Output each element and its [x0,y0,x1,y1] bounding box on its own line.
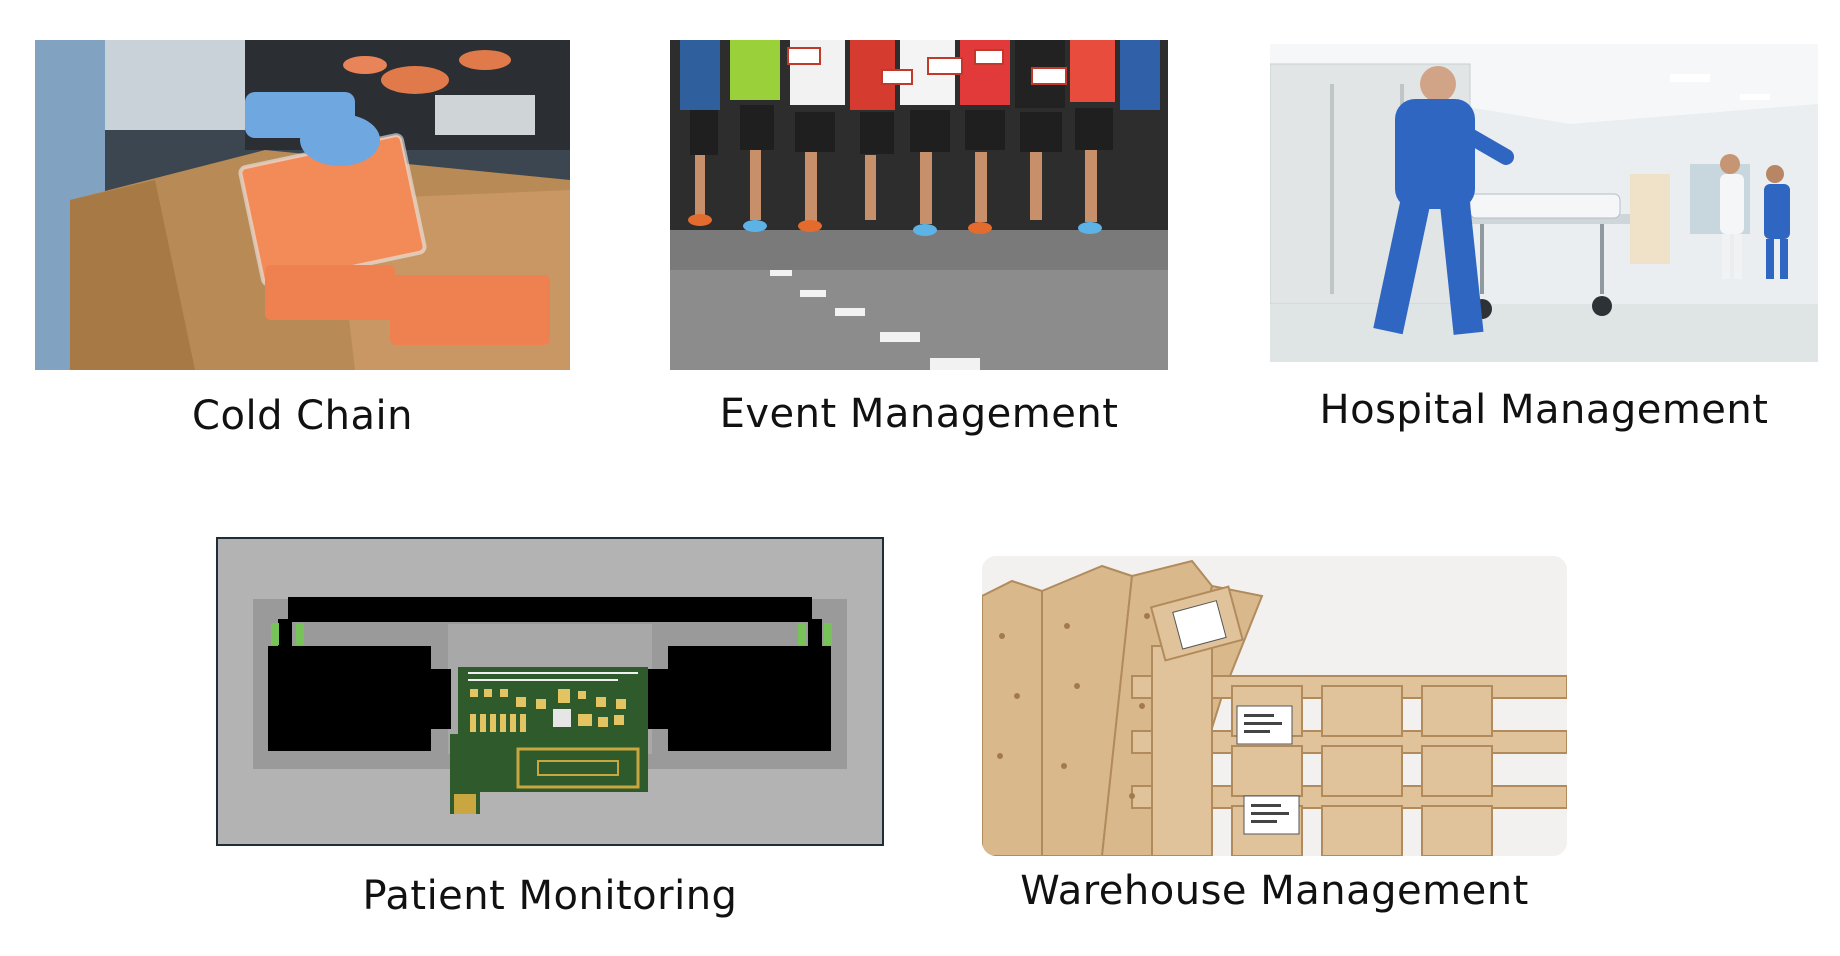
hospital-management-image [1270,44,1818,362]
patient-monitoring-image [216,537,884,846]
caption-cold-chain: Cold Chain [192,393,413,439]
hospital-illustration [1270,44,1818,362]
cold-chain-illustration [35,40,570,370]
caption-warehouse-management: Warehouse Management [1020,868,1529,914]
pcb-device-illustration [218,539,882,844]
marathon-illustration [670,40,1168,370]
pcb-board [450,667,648,814]
event-management-image [670,40,1168,370]
warehouse-management-image [982,556,1567,856]
cold-chain-image [35,40,570,370]
pallets-illustration [982,556,1567,856]
caption-event-management: Event Management [719,391,1119,437]
caption-patient-monitoring: Patient Monitoring [362,873,738,919]
caption-hospital-management: Hospital Management [1319,387,1769,433]
